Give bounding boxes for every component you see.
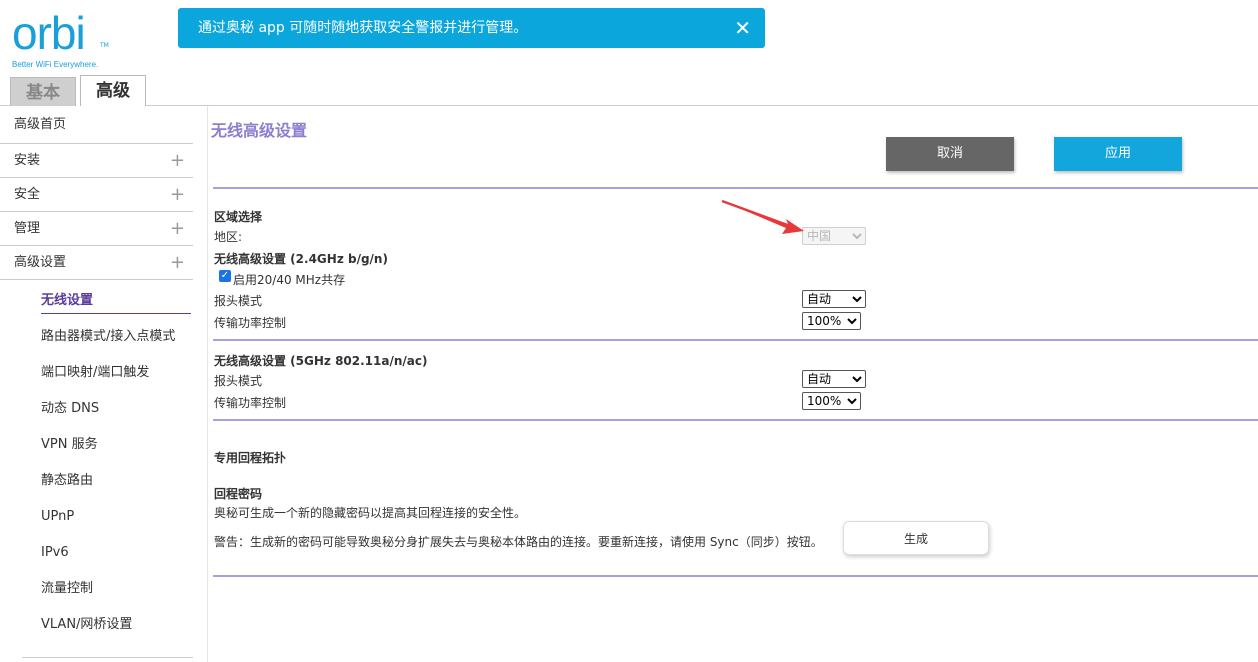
band5-power-select[interactable]: 100% <box>802 392 861 410</box>
sidebar-subitem-label: 无线设置 <box>41 293 94 308</box>
sidebar-item-advanced-home[interactable]: 高级首页 <box>0 108 193 144</box>
band5-heading: 无线高级设置 (5GHz 802.11a/n/ac) <box>214 354 428 368</box>
expand-plus-icon[interactable]: + <box>170 144 185 178</box>
section-divider <box>213 419 1258 421</box>
sidebar-item-setup[interactable]: 安装 + <box>0 144 193 178</box>
band24-power-label: 传输功率控制 <box>214 316 287 330</box>
sidebar-item-label: 安全 <box>14 187 41 202</box>
sidebar-item-administration[interactable]: 管理 + <box>0 212 193 246</box>
tab-basic[interactable]: 基本 <box>10 77 76 106</box>
sidebar-subitem-static-routes[interactable]: 静态路由 <box>0 463 196 499</box>
expand-plus-icon[interactable]: + <box>170 212 185 246</box>
sidebar-subitem-ipv6[interactable]: IPv6 <box>0 535 196 571</box>
page-title: 无线高级设置 <box>211 121 308 140</box>
sidebar-subitem-wireless-settings[interactable]: 无线设置 <box>0 283 196 319</box>
sidebar-divider-vertical <box>207 106 208 662</box>
app-promo-banner: 通过奥秘 app 可随时随地获取安全警报并进行管理。 ✕ <box>178 8 765 48</box>
sidebar-item-label: 高级设置 <box>14 255 67 270</box>
orbi-logo: orbi TM Better WiFi Everywhere. <box>10 8 120 72</box>
tab-advanced[interactable]: 高级 <box>80 75 146 106</box>
sidebar-subitem-port-forwarding[interactable]: 端口映射/端口触发 <box>0 355 196 391</box>
close-icon[interactable]: ✕ <box>734 8 751 48</box>
backhaul-description: 奥秘可生成一个新的隐藏密码以提高其回程连接的安全性。 <box>214 506 527 520</box>
tab-baseline <box>146 105 1258 106</box>
section-divider <box>213 575 1258 577</box>
sidebar-item-label: 安装 <box>14 153 41 168</box>
section-divider <box>213 187 1258 189</box>
band5-preamble-select[interactable]: 自动 <box>802 370 866 388</box>
band24-heading: 无线高级设置 (2.4GHz b/g/n) <box>214 252 388 266</box>
sidebar-subitem-traffic-control[interactable]: 流量控制 <box>0 571 196 607</box>
sidebar-subitem-vlan-bridge[interactable]: VLAN/网桥设置 <box>0 607 196 643</box>
coexist-checkbox[interactable]: ✓ <box>219 270 231 282</box>
tab-baseline-left <box>0 105 10 106</box>
banner-text: 通过奥秘 app 可随时随地获取安全警报并进行管理。 <box>198 20 528 36</box>
logo-trademark: TM <box>100 42 109 49</box>
backhaul-password-heading: 回程密码 <box>214 487 263 501</box>
region-select[interactable]: 中国 <box>802 227 866 245</box>
band24-preamble-label: 报头模式 <box>214 294 263 308</box>
active-underline <box>41 313 191 314</box>
annotation-arrow-icon <box>721 199 804 234</box>
band24-power-select[interactable]: 100% <box>802 312 861 330</box>
logo-wordmark: orbi <box>12 7 86 59</box>
sidebar-item-advanced-setup[interactable]: 高级设置 + <box>0 246 193 280</box>
region-label: 地区: <box>214 230 243 244</box>
sidebar-item-label: 管理 <box>14 221 41 236</box>
expand-plus-icon[interactable]: + <box>170 178 185 212</box>
sidebar-item-label: 高级首页 <box>14 117 67 132</box>
section-divider <box>213 339 1258 341</box>
sidebar-subitem-upnp[interactable]: UPnP <box>0 499 196 535</box>
sidebar-divider <box>22 657 193 658</box>
sidebar-subitem-vpn[interactable]: VPN 服务 <box>0 427 196 463</box>
generate-button[interactable]: 生成 <box>843 521 989 555</box>
sidebar-item-security[interactable]: 安全 + <box>0 178 193 212</box>
cancel-button[interactable]: 取消 <box>886 137 1014 171</box>
band5-preamble-label: 报头模式 <box>214 374 263 388</box>
sidebar-subitem-router-ap-mode[interactable]: 路由器模式/接入点模式 <box>0 319 196 355</box>
coexist-label: 启用20/40 MHz共存 <box>233 273 346 287</box>
band24-preamble-select[interactable]: 自动 <box>802 290 866 308</box>
sidebar: 高级首页 安装 + 安全 + 管理 + 高级设置 + 无线设置 路由器模式/接入… <box>0 108 196 662</box>
backhaul-heading: 专用回程拓扑 <box>214 451 287 465</box>
apply-button[interactable]: 应用 <box>1054 137 1182 171</box>
expand-plus-icon[interactable]: + <box>170 246 185 280</box>
region-heading: 区域选择 <box>214 210 263 224</box>
logo-tagline: Better WiFi Everywhere. <box>12 60 99 69</box>
backhaul-warning: 警告：生成新的密码可能导致奥秘分身扩展失去与奥秘本体路由的连接。要重新连接，请使… <box>214 535 823 549</box>
band5-power-label: 传输功率控制 <box>214 396 287 410</box>
sidebar-subitem-dynamic-dns[interactable]: 动态 DNS <box>0 391 196 427</box>
